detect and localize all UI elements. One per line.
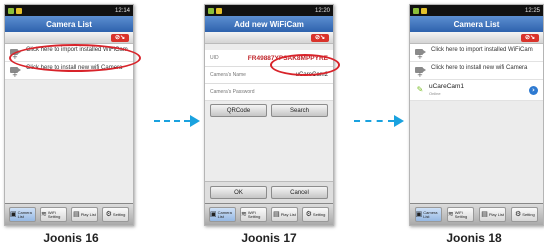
password-row[interactable]: Camera's Password bbox=[205, 84, 333, 101]
figure-caption: Joonis 17 bbox=[241, 231, 297, 245]
chevron-right-icon[interactable]: › bbox=[529, 85, 538, 95]
tab-setting[interactable]: ⚙ Setting bbox=[302, 207, 329, 222]
status-bar: 12:25 bbox=[410, 5, 543, 16]
status-time: 12:20 bbox=[314, 7, 330, 14]
film-icon: ▤ bbox=[273, 210, 280, 218]
tab-setting[interactable]: ⚙ Setting bbox=[102, 207, 129, 222]
camera-online-icon: ✎ bbox=[416, 85, 424, 94]
status-bar: 12:20 bbox=[205, 5, 333, 16]
notification-icon bbox=[413, 7, 419, 14]
camera-add-icon: + bbox=[415, 48, 427, 61]
toolbar: ⊘↘ bbox=[205, 32, 333, 44]
highlight-ellipse bbox=[9, 44, 141, 72]
camera-add-icon: + bbox=[415, 66, 427, 79]
figure-caption: Joonis 18 bbox=[446, 231, 502, 245]
ok-button[interactable]: OK bbox=[210, 186, 267, 199]
tab-play-list[interactable]: ▤ Play List bbox=[271, 207, 298, 222]
bottom-tab-bar: ▣ Camera List ≋ WiFi Setting ▤ Play List ⚙ S… bbox=[5, 203, 133, 225]
tab-camera-list[interactable]: ▣ Camera List bbox=[209, 207, 236, 222]
dialog-buttons: OK Cancel bbox=[205, 181, 333, 203]
arrow-right-icon bbox=[394, 115, 404, 127]
notification-icon bbox=[208, 7, 214, 14]
tab-play-list[interactable]: ▤ Play List bbox=[479, 207, 507, 222]
wifi-icon: ≋ bbox=[41, 210, 47, 218]
camera-status: Online bbox=[429, 91, 441, 96]
install-camera-item[interactable]: + Click here to install new wifi Camera bbox=[410, 62, 543, 80]
notification-icon bbox=[216, 7, 222, 14]
notification-icon bbox=[8, 7, 14, 14]
uid-label: UID bbox=[210, 55, 219, 61]
cancel-button[interactable]: Cancel bbox=[271, 186, 328, 199]
list-item-label: Click here to install new wifi Camera bbox=[431, 65, 528, 71]
camera-name: uCareCam1 bbox=[429, 83, 465, 90]
camera-icon: ▣ bbox=[10, 210, 17, 218]
toolbar: ⊘↘ bbox=[5, 32, 133, 44]
remove-button[interactable]: ⊘↘ bbox=[521, 34, 539, 42]
status-bar: 12:14 bbox=[5, 5, 133, 16]
film-icon: ▤ bbox=[481, 210, 488, 218]
toolbar: ⊘↘ bbox=[410, 32, 543, 44]
gear-icon: ⚙ bbox=[105, 210, 112, 218]
notification-icon bbox=[16, 7, 22, 14]
phone-screen-camera-list-result: 12:25 Camera List ⊘↘ + Click here to imp… bbox=[409, 4, 544, 226]
arrow-connector bbox=[154, 120, 190, 122]
wifi-icon: ≋ bbox=[241, 210, 247, 218]
tab-wifi-setting[interactable]: ≋ WiFi Setting bbox=[40, 207, 67, 222]
film-icon: ▤ bbox=[73, 210, 80, 218]
tab-setting[interactable]: ⚙ Setting bbox=[511, 207, 539, 222]
action-row: QRCode Search bbox=[205, 101, 333, 120]
page-title: Camera List bbox=[410, 16, 543, 32]
gear-icon: ⚙ bbox=[515, 210, 522, 218]
name-label: Camera's Name bbox=[210, 72, 246, 78]
gear-icon: ⚙ bbox=[305, 210, 312, 218]
highlight-ellipse bbox=[270, 54, 340, 76]
status-time: 12:25 bbox=[524, 7, 540, 14]
tab-camera-list[interactable]: ▣ Camera List bbox=[414, 207, 442, 222]
remove-button[interactable]: ⊘↘ bbox=[311, 34, 329, 42]
camera-entry[interactable]: ✎ uCareCam1 Online › bbox=[410, 80, 543, 101]
figure-caption: Joonis 16 bbox=[43, 231, 99, 245]
page-title: Add new WiFiCam bbox=[205, 16, 333, 32]
page-title: Camera List bbox=[5, 16, 133, 32]
import-camera-item[interactable]: + Click here to import installed WiFiCam bbox=[410, 44, 543, 62]
list-item-label: Click here to import installed WiFiCam bbox=[431, 47, 533, 53]
phone-screen-camera-list: 12:14 Camera List ⊘↘ + Click here to imp… bbox=[4, 4, 134, 226]
password-label: Camera's Password bbox=[210, 89, 255, 95]
bottom-tab-bar: ▣ Camera List ≋ WiFi Setting ▤ Play List ⚙ S… bbox=[410, 203, 543, 225]
notification-icon bbox=[421, 7, 427, 14]
camera-add-icon: + bbox=[10, 66, 22, 79]
bottom-tab-bar: ▣ Camera List ≋ WiFi Setting ▤ Play List ⚙ S… bbox=[205, 203, 333, 225]
camera-icon: ▣ bbox=[210, 210, 217, 218]
arrow-connector bbox=[354, 120, 394, 122]
camera-icon: ▣ bbox=[415, 210, 423, 218]
qrcode-button[interactable]: QRCode bbox=[210, 104, 267, 117]
phone-screen-add-camera: 12:20 Add new WiFiCam ⊘↘ UID FR49887YPSA… bbox=[204, 4, 334, 226]
status-time: 12:14 bbox=[114, 7, 130, 14]
tab-camera-list[interactable]: ▣ Camera List bbox=[9, 207, 36, 222]
remove-button[interactable]: ⊘↘ bbox=[111, 34, 129, 42]
wifi-icon: ≋ bbox=[447, 210, 454, 218]
tab-play-list[interactable]: ▤ Play List bbox=[71, 207, 98, 222]
arrow-right-icon bbox=[190, 115, 200, 127]
tab-wifi-setting[interactable]: ≋ WiFi Setting bbox=[446, 207, 474, 222]
tab-wifi-setting[interactable]: ≋ WiFi Setting bbox=[240, 207, 267, 222]
search-button[interactable]: Search bbox=[271, 104, 328, 117]
